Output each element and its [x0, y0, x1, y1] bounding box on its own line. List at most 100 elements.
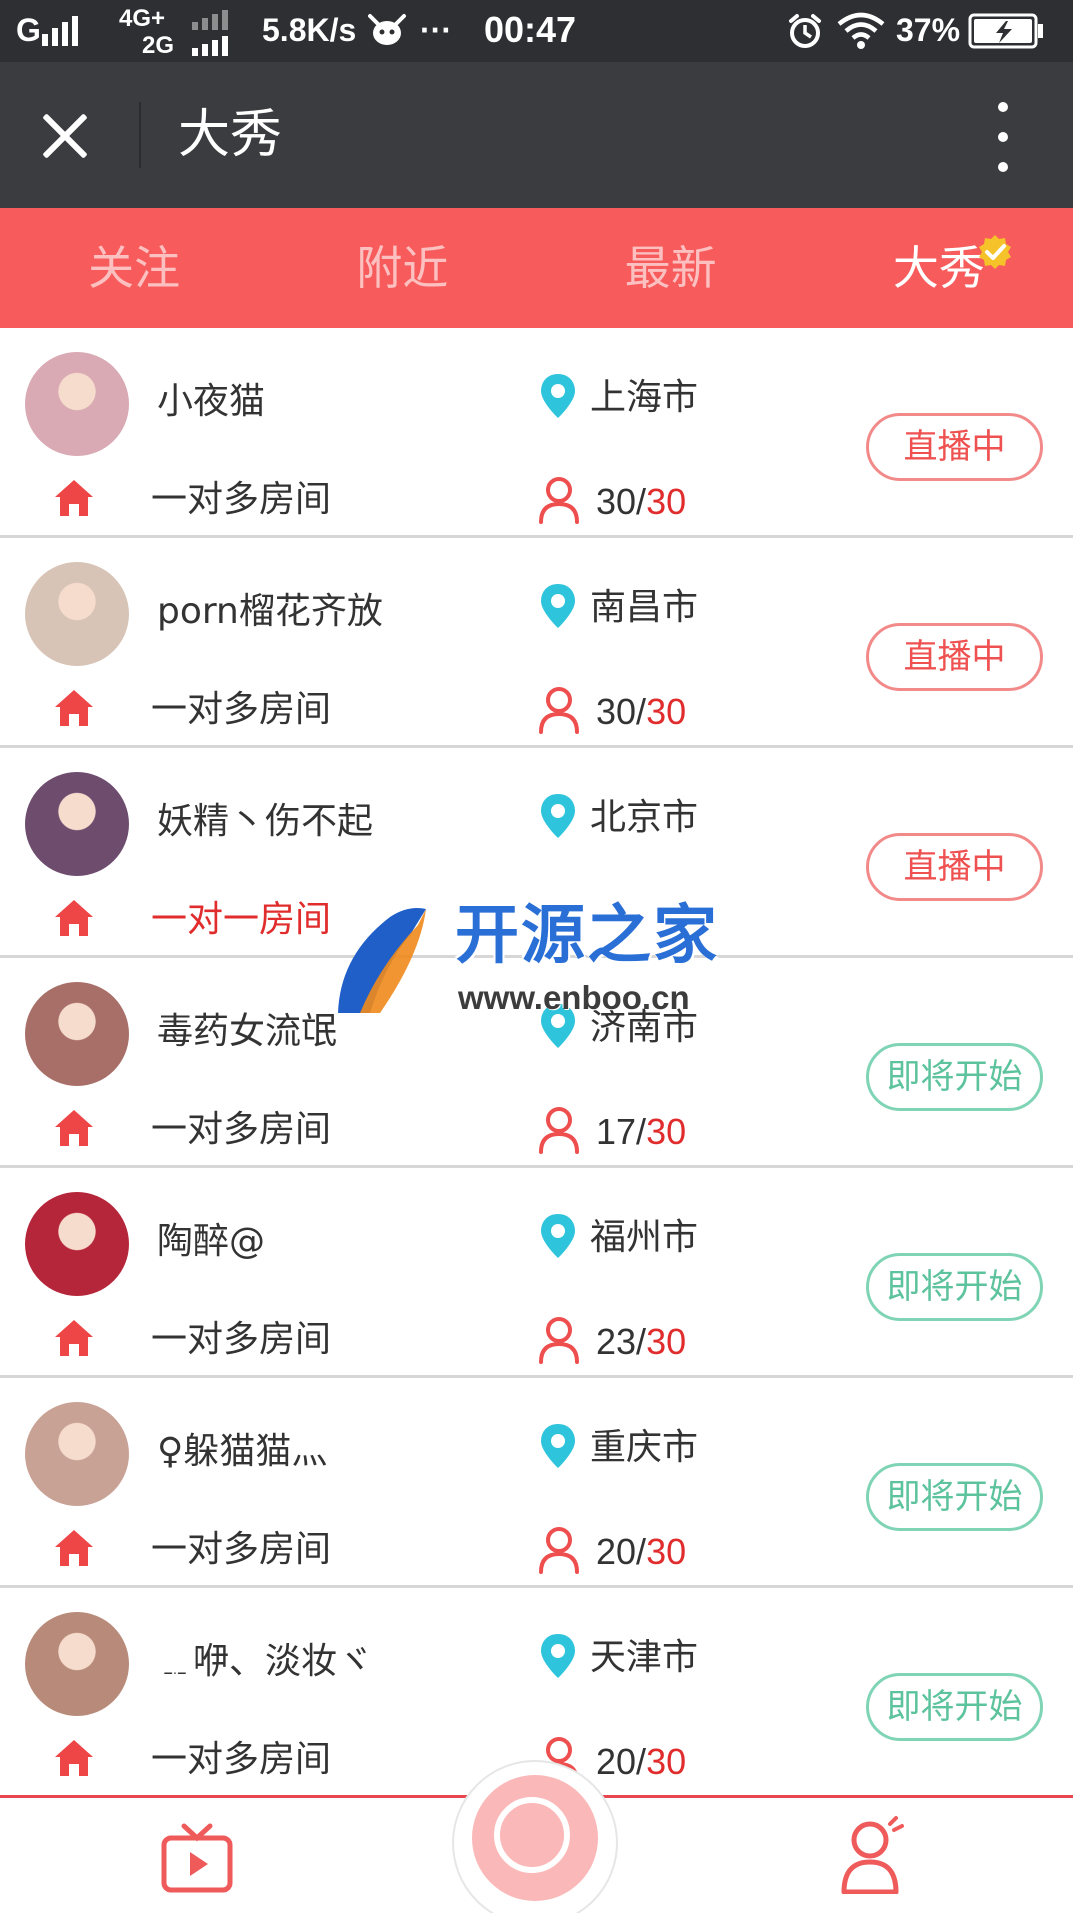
- city: 南昌市: [590, 587, 699, 628]
- viewer-count: 20/30: [596, 1741, 687, 1782]
- viewer-icon: [538, 1316, 580, 1364]
- avatar[interactable]: [25, 982, 129, 1086]
- start-live-button[interactable]: [472, 1775, 598, 1901]
- home-icon: [52, 1526, 96, 1570]
- alarm-icon: [789, 14, 821, 48]
- host-name: ﹎咿、淡妆ヾ: [157, 1641, 374, 1682]
- city: 重庆市: [590, 1427, 699, 1468]
- watermark-brand: 开源之家: [455, 899, 719, 973]
- tab-follow-label: 关注: [88, 241, 181, 295]
- status-bar: G 4G+ 2G 5.8K/s ··· 00:47 37%: [0, 0, 1073, 62]
- upcoming-status-button[interactable]: 即将开始: [866, 1463, 1043, 1531]
- viewer-current: 17: [596, 1111, 637, 1152]
- live-status-button[interactable]: 直播中: [866, 413, 1043, 481]
- viewer-max: 30: [646, 1111, 687, 1152]
- tab-big-show-label: 大秀: [892, 241, 985, 295]
- battery-percent: 37%: [896, 12, 961, 48]
- upcoming-status-button[interactable]: 即将开始: [866, 1673, 1043, 1741]
- close-button[interactable]: [30, 100, 100, 170]
- avatar[interactable]: [25, 352, 129, 456]
- viewer-icon: [538, 1526, 580, 1574]
- signal-icon: [42, 14, 78, 46]
- room-type: 一对一房间: [151, 899, 332, 940]
- viewer-current: 30: [596, 691, 637, 732]
- location-pin-icon: [538, 582, 578, 630]
- room-row[interactable]: 陶醉@ 一对多房间 福州市 23/30 即将开始: [0, 1168, 1073, 1378]
- viewer-current: 20: [596, 1741, 637, 1782]
- city: 天津市: [590, 1637, 699, 1678]
- room-row[interactable]: ♀躲猫猫灬 一对多房间 重庆市 20/30 即将开始: [0, 1378, 1073, 1588]
- room-type: 一对多房间: [151, 689, 332, 730]
- viewer-max: 30: [646, 1531, 687, 1572]
- avatar[interactable]: [25, 1612, 129, 1716]
- viewer-max: 30: [646, 481, 687, 522]
- tab-latest-label: 最新: [624, 241, 717, 295]
- network-bottom-label: 2G: [142, 32, 175, 59]
- tab-follow[interactable]: 关注: [0, 208, 268, 328]
- city: 北京市: [590, 797, 699, 838]
- live-tv-icon[interactable]: [160, 1820, 234, 1894]
- live-status-button[interactable]: 直播中: [866, 833, 1043, 901]
- viewer-count: 20/30: [596, 1531, 687, 1572]
- viewer-icon: [538, 1106, 580, 1154]
- avatar[interactable]: [25, 772, 129, 876]
- viewer-count: 23/30: [596, 1321, 687, 1362]
- viewer-icon: [538, 476, 580, 524]
- room-row[interactable]: porn榴花齐放 一对多房间 南昌市 30/30 直播中: [0, 538, 1073, 748]
- avatar[interactable]: [25, 562, 129, 666]
- location-pin-icon: [538, 372, 578, 420]
- room-type: 一对多房间: [151, 1319, 332, 1360]
- tab-bar: 关注 附近 最新 大秀: [0, 208, 1073, 328]
- home-icon: [52, 1106, 96, 1150]
- clock: 00:47: [484, 9, 577, 50]
- host-name: porn榴花齐放: [157, 591, 383, 632]
- room-type: 一对多房间: [151, 1739, 332, 1780]
- location-pin-icon: [538, 1422, 578, 1470]
- viewer-current: 30: [596, 481, 637, 522]
- viewer-max: 30: [646, 1741, 687, 1782]
- host-name: 陶醉@: [157, 1221, 266, 1262]
- city: 福州市: [590, 1217, 699, 1258]
- home-icon: [52, 1316, 96, 1360]
- battery-charging-icon: [968, 13, 1043, 49]
- home-icon: [52, 686, 96, 730]
- avatar[interactable]: [25, 1192, 129, 1296]
- watermark-url: www.enboo.cn: [458, 979, 690, 1016]
- city: 上海市: [590, 377, 699, 418]
- viewer-count: 17/30: [596, 1111, 687, 1152]
- viewer-max: 30: [646, 1321, 687, 1362]
- avatar[interactable]: [25, 1402, 129, 1506]
- viewer-count: 30/30: [596, 691, 687, 732]
- tab-nearby-label: 附近: [356, 241, 449, 295]
- network-top-label: 4G+: [119, 5, 166, 32]
- viewer-current: 23: [596, 1321, 637, 1362]
- viewer-count: 30/30: [596, 481, 687, 522]
- upcoming-status-button[interactable]: 即将开始: [866, 1043, 1043, 1111]
- room-type: 一对多房间: [151, 479, 332, 520]
- host-name: ♀躲猫猫灬: [157, 1431, 328, 1472]
- network-speed: 5.8K/s: [262, 12, 357, 48]
- viewer-icon: [538, 686, 580, 734]
- more-menu-button[interactable]: [985, 102, 1021, 172]
- upcoming-status-button[interactable]: 即将开始: [866, 1253, 1043, 1321]
- location-pin-icon: [538, 792, 578, 840]
- profile-icon[interactable]: [840, 1816, 906, 1894]
- room-type: 一对多房间: [151, 1109, 332, 1150]
- home-icon: [52, 476, 96, 520]
- live-status-button[interactable]: 直播中: [866, 623, 1043, 691]
- signal-icon-secondary: [192, 34, 228, 56]
- host-name: 小夜猫: [157, 381, 266, 422]
- tab-big-show[interactable]: 大秀: [805, 208, 1073, 328]
- location-pin-icon: [538, 1632, 578, 1680]
- home-icon: [52, 896, 96, 940]
- signal-icon-secondary-top: [192, 8, 228, 30]
- viewer-max: 30: [646, 691, 687, 732]
- location-pin-icon: [538, 1212, 578, 1260]
- title-divider: [139, 102, 141, 168]
- tab-nearby[interactable]: 附近: [268, 208, 536, 328]
- home-icon: [52, 1736, 96, 1780]
- host-name: 毒药女流氓: [157, 1011, 338, 1052]
- room-type: 一对多房间: [151, 1529, 332, 1570]
- tab-latest[interactable]: 最新: [537, 208, 805, 328]
- room-row[interactable]: 小夜猫 一对多房间 上海市 30/30 直播中: [0, 328, 1073, 538]
